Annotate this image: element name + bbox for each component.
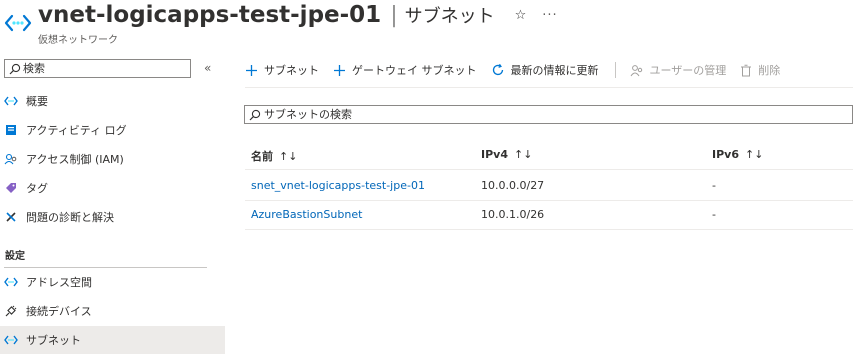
toolbar-divider bbox=[614, 62, 616, 78]
page-section-title: サブネット bbox=[404, 6, 495, 27]
refresh-button[interactable]: 最新の情報に更新 bbox=[491, 62, 599, 78]
refresh-icon bbox=[491, 63, 505, 77]
sidebar-item-tags[interactable]: タグ bbox=[0, 174, 225, 202]
command-bar: サブネット ゲートウェイ サブネット 最新の情報に更新 ユーザーの管理 削除 bbox=[245, 58, 794, 82]
vnet-icon bbox=[4, 14, 32, 32]
delete-button[interactable]: 削除 bbox=[740, 62, 780, 78]
subnet-ipv4: 10.0.1.0/26 bbox=[481, 208, 545, 221]
sidebar-item-label: アクティビティ ログ bbox=[26, 124, 127, 137]
sidebar-item-address-space[interactable]: アドレス空間 bbox=[0, 268, 225, 296]
search-icon bbox=[249, 109, 261, 120]
table-row: snet_vnet-logicapps-test-jpe-01 10.0.0.0… bbox=[245, 171, 853, 201]
sidebar-item-diagnose[interactable]: 問題の診断と解決 bbox=[0, 203, 225, 231]
page-title: vnet-logicapps-test-jpe-01 bbox=[38, 2, 382, 28]
subnet-ipv6: - bbox=[712, 179, 716, 192]
tag-icon bbox=[4, 181, 18, 195]
resource-type-label: 仮想ネットワーク bbox=[38, 35, 118, 46]
subnet-name-link[interactable]: AzureBastionSubnet bbox=[251, 208, 362, 221]
sidebar-item-overview[interactable]: 概要 bbox=[0, 87, 225, 115]
trash-icon bbox=[740, 64, 752, 77]
sidebar-item-subnets[interactable]: サブネット bbox=[0, 326, 225, 354]
subnet-ipv4: 10.0.0.0/27 bbox=[481, 179, 545, 192]
sidebar-item-label: 概要 bbox=[26, 95, 48, 108]
add-gateway-subnet-button[interactable]: ゲートウェイ サブネット bbox=[333, 62, 477, 78]
iam-icon bbox=[4, 152, 18, 166]
sidebar-item-connected-devices[interactable]: 接続デバイス bbox=[0, 297, 225, 325]
sidebar-item-iam[interactable]: アクセス制御 (IAM) bbox=[0, 145, 225, 173]
subnet-name-link[interactable]: snet_vnet-logicapps-test-jpe-01 bbox=[251, 179, 425, 192]
sidebar-item-label: サブネット bbox=[26, 334, 81, 347]
sort-icon[interactable]: ↑↓ bbox=[745, 148, 763, 161]
table-row: AzureBastionSubnet 10.0.1.0/26 - bbox=[245, 200, 853, 230]
toolbar-divider-line bbox=[245, 87, 853, 88]
sidebar-search-input[interactable] bbox=[21, 60, 190, 77]
sidebar-item-activity-log[interactable]: アクティビティ ログ bbox=[0, 116, 225, 144]
sidebar-item-label: アクセス制御 (IAM) bbox=[26, 153, 124, 166]
plus-icon bbox=[333, 64, 346, 77]
sort-icon[interactable]: ↑↓ bbox=[279, 150, 297, 163]
manage-users-label: ユーザーの管理 bbox=[649, 64, 727, 77]
subnet-icon bbox=[4, 333, 18, 347]
column-header-ipv4[interactable]: IPv4 ↑↓ bbox=[481, 148, 532, 161]
address-space-icon bbox=[4, 275, 18, 289]
plus-icon bbox=[245, 64, 258, 77]
vnet-icon bbox=[4, 94, 18, 108]
favorite-star-icon[interactable]: ☆ bbox=[515, 8, 527, 23]
tools-icon bbox=[4, 210, 18, 224]
add-gateway-subnet-label: ゲートウェイ サブネット bbox=[352, 64, 477, 77]
search-icon bbox=[9, 63, 21, 74]
sidebar-item-label: 問題の診断と解決 bbox=[26, 211, 114, 224]
sidebar-item-label: アドレス空間 bbox=[26, 276, 92, 289]
add-subnet-label: サブネット bbox=[264, 64, 319, 77]
subnet-filter[interactable] bbox=[244, 105, 853, 124]
sidebar-item-label: 接続デバイス bbox=[26, 305, 92, 318]
delete-label: 削除 bbox=[758, 64, 781, 77]
more-options-icon[interactable]: ··· bbox=[542, 8, 557, 23]
subnet-search-input[interactable] bbox=[261, 106, 852, 123]
page-header: vnet-logicapps-test-jpe-01 | サブネット ☆ ···… bbox=[0, 0, 853, 50]
plug-icon bbox=[4, 304, 18, 318]
column-header-name[interactable]: 名前 ↑↓ bbox=[251, 148, 297, 164]
add-subnet-button[interactable]: サブネット bbox=[245, 62, 319, 78]
refresh-label: 最新の情報に更新 bbox=[510, 64, 599, 77]
collapse-sidebar-icon[interactable]: « bbox=[204, 61, 211, 75]
title-separator: | bbox=[390, 2, 398, 28]
activity-log-icon bbox=[4, 123, 18, 137]
sidebar: « 概要 アクティビティ ログ アクセス制御 (IAM) タグ 問題の診断と解決… bbox=[0, 50, 225, 357]
subnet-ipv6: - bbox=[712, 208, 716, 221]
settings-section-label: 設定 bbox=[5, 251, 25, 262]
sidebar-item-label: タグ bbox=[26, 182, 48, 195]
users-icon bbox=[630, 64, 644, 77]
sort-icon[interactable]: ↑↓ bbox=[514, 148, 532, 161]
sidebar-search[interactable] bbox=[4, 59, 191, 78]
column-header-ipv6[interactable]: IPv6 ↑↓ bbox=[712, 148, 763, 161]
manage-users-button[interactable]: ユーザーの管理 bbox=[630, 62, 727, 78]
table-header-row: 名前 ↑↓ IPv4 ↑↓ IPv6 ↑↓ bbox=[245, 141, 853, 170]
